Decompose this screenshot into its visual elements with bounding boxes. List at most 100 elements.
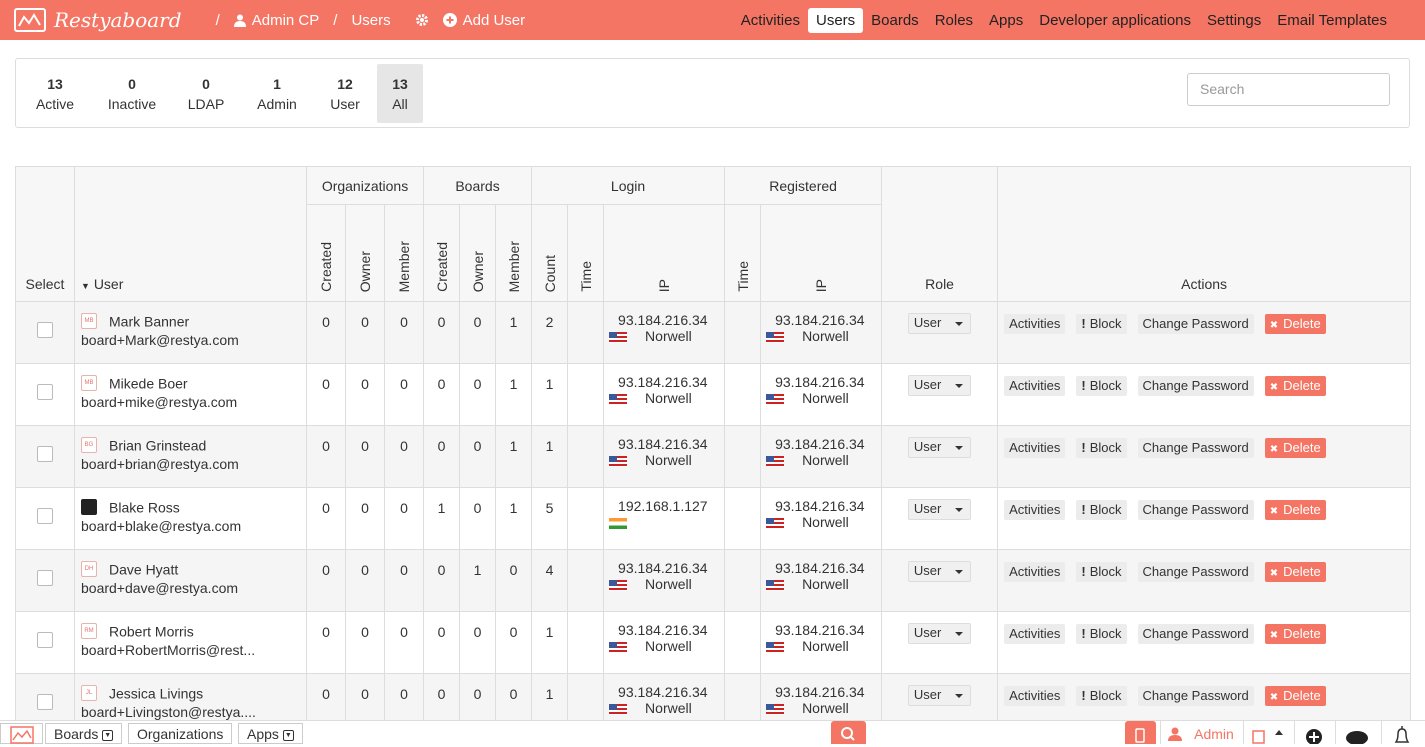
nav-settings[interactable]: Settings — [1199, 8, 1269, 33]
row-select-checkbox[interactable] — [37, 322, 53, 338]
col-user-sort[interactable]: ▼ User — [74, 166, 307, 302]
cell-org_member: 0 — [383, 363, 425, 426]
footer-organizations-button[interactable]: Organizations — [128, 723, 233, 744]
delete-button[interactable]: ✖ Delete — [1264, 500, 1326, 520]
col-login-count: Count — [541, 254, 558, 292]
footer-boards-button[interactable]: Boards ▼ — [45, 723, 123, 744]
registered-ip-cell: 93.184.216.34 Norwell — [760, 425, 883, 488]
row-select-checkbox[interactable] — [37, 384, 53, 400]
role-dropdown[interactable]: User — [907, 375, 972, 396]
breadcrumb-users[interactable]: Users — [351, 12, 390, 29]
role-dropdown[interactable]: User — [907, 313, 972, 334]
activities-button[interactable]: Activities — [1004, 500, 1066, 520]
activities-button[interactable]: Activities — [1004, 562, 1066, 582]
block-button[interactable]: ! Block — [1076, 562, 1127, 582]
change-password-button[interactable]: Change Password — [1137, 314, 1254, 334]
change-password-button[interactable]: Change Password — [1137, 376, 1254, 396]
role-dropdown[interactable]: User — [907, 685, 972, 706]
notification-badge-icon[interactable] — [1243, 721, 1291, 744]
filter-user[interactable]: 12 User — [320, 64, 370, 123]
block-button[interactable]: ! Block — [1076, 500, 1127, 520]
nav-users[interactable]: Users — [807, 7, 864, 33]
block-button[interactable]: ! Block — [1076, 438, 1127, 458]
row-select-checkbox[interactable] — [37, 508, 53, 524]
user-name-link[interactable]: Mark Banner — [109, 313, 189, 329]
add-user-button[interactable]: Add User — [442, 12, 525, 29]
cell-b_member: 0 — [495, 611, 533, 674]
nav-developer-applications[interactable]: Developer applications — [1031, 8, 1199, 33]
delete-button[interactable]: ✖ Delete — [1264, 438, 1326, 458]
row-select-checkbox[interactable] — [37, 694, 53, 710]
user-name-link[interactable]: Robert Morris — [109, 623, 194, 639]
change-password-button[interactable]: Change Password — [1137, 624, 1254, 644]
breadcrumb-admin-cp[interactable]: Admin CP — [233, 12, 319, 29]
app-logo[interactable]: Restyaboard — [14, 8, 182, 32]
nav-email-templates[interactable]: Email Templates — [1269, 8, 1395, 33]
delete-button[interactable]: ✖ Delete — [1264, 686, 1326, 706]
bell-icon[interactable] — [1381, 721, 1425, 744]
filter-admin[interactable]: 1 Admin — [248, 64, 306, 123]
settings-gear-icon[interactable] — [415, 13, 429, 27]
filter-active[interactable]: 13 Active — [26, 64, 84, 123]
footer-user-label: Admin — [1194, 726, 1234, 742]
chat-icon[interactable] — [1335, 721, 1380, 745]
registered-ip: 93.184.216.34 — [775, 436, 865, 452]
row-select-checkbox[interactable] — [37, 446, 53, 462]
nav-activities[interactable]: Activities — [733, 8, 808, 33]
footer-search-icon[interactable] — [831, 721, 866, 744]
footer-user-menu[interactable]: Admin — [1160, 721, 1240, 744]
change-password-button[interactable]: Change Password — [1137, 438, 1254, 458]
exclamation-icon: ! — [1081, 688, 1086, 703]
delete-label: Delete — [1283, 378, 1321, 393]
block-button[interactable]: ! Block — [1076, 624, 1127, 644]
add-plus-icon[interactable] — [1294, 721, 1334, 745]
us-flag-icon — [609, 455, 628, 467]
user-name-link[interactable]: Brian Grinstead — [109, 437, 206, 453]
nav-boards[interactable]: Boards — [863, 8, 927, 33]
role-dropdown[interactable]: User — [907, 623, 972, 644]
delete-button[interactable]: ✖ Delete — [1264, 376, 1326, 396]
filter-all[interactable]: 13 All — [377, 64, 423, 123]
delete-button[interactable]: ✖ Delete — [1264, 314, 1326, 334]
user-name-link[interactable]: Blake Ross — [109, 499, 180, 515]
search-input[interactable]: Search — [1187, 73, 1390, 106]
user-name-link[interactable]: Mikede Boer — [109, 375, 188, 391]
activities-button[interactable]: Activities — [1004, 624, 1066, 644]
footer-logo-icon[interactable] — [0, 723, 43, 744]
user-email: board+mike@restya.com — [81, 394, 238, 411]
row-select-checkbox[interactable] — [37, 570, 53, 586]
avatar — [81, 499, 97, 516]
role-label: User — [913, 315, 942, 330]
row-select-checkbox[interactable] — [37, 632, 53, 648]
block-button[interactable]: ! Block — [1076, 376, 1127, 396]
user-name-link[interactable]: Jessica Livings — [109, 685, 203, 701]
nav-roles[interactable]: Roles — [927, 8, 981, 33]
nav-apps[interactable]: Apps — [981, 8, 1031, 33]
role-dropdown[interactable]: User — [907, 499, 972, 520]
block-button[interactable]: ! Block — [1076, 314, 1127, 334]
registered-city: Norwell — [802, 452, 849, 468]
delete-button[interactable]: ✖ Delete — [1264, 624, 1326, 644]
activities-button[interactable]: Activities — [1004, 686, 1066, 706]
footer-apps-button[interactable]: Apps ▼ — [238, 723, 303, 744]
user-name-link[interactable]: Dave Hyatt — [109, 561, 178, 577]
mobile-icon[interactable] — [1125, 721, 1156, 744]
role-dropdown[interactable]: User — [907, 561, 972, 582]
role-label: User — [913, 501, 942, 516]
filter-inactive[interactable]: 0 Inactive — [98, 64, 166, 123]
delete-label: Delete — [1283, 626, 1321, 641]
block-button[interactable]: ! Block — [1076, 686, 1127, 706]
cell-org_owner: 0 — [345, 301, 385, 364]
col-user-label: User — [93, 276, 124, 292]
change-password-button[interactable]: Change Password — [1137, 686, 1254, 706]
change-password-button[interactable]: Change Password — [1137, 562, 1254, 582]
activities-button[interactable]: Activities — [1004, 314, 1066, 334]
cell-b_owner: 0 — [459, 425, 497, 488]
activities-button[interactable]: Activities — [1004, 376, 1066, 396]
change-password-button[interactable]: Change Password — [1137, 500, 1254, 520]
login-ip-cell: 93.184.216.34 Norwell — [603, 611, 726, 674]
role-dropdown[interactable]: User — [907, 437, 972, 458]
filter-ldap[interactable]: 0 LDAP — [180, 64, 232, 123]
activities-button[interactable]: Activities — [1004, 438, 1066, 458]
delete-button[interactable]: ✖ Delete — [1264, 562, 1326, 582]
